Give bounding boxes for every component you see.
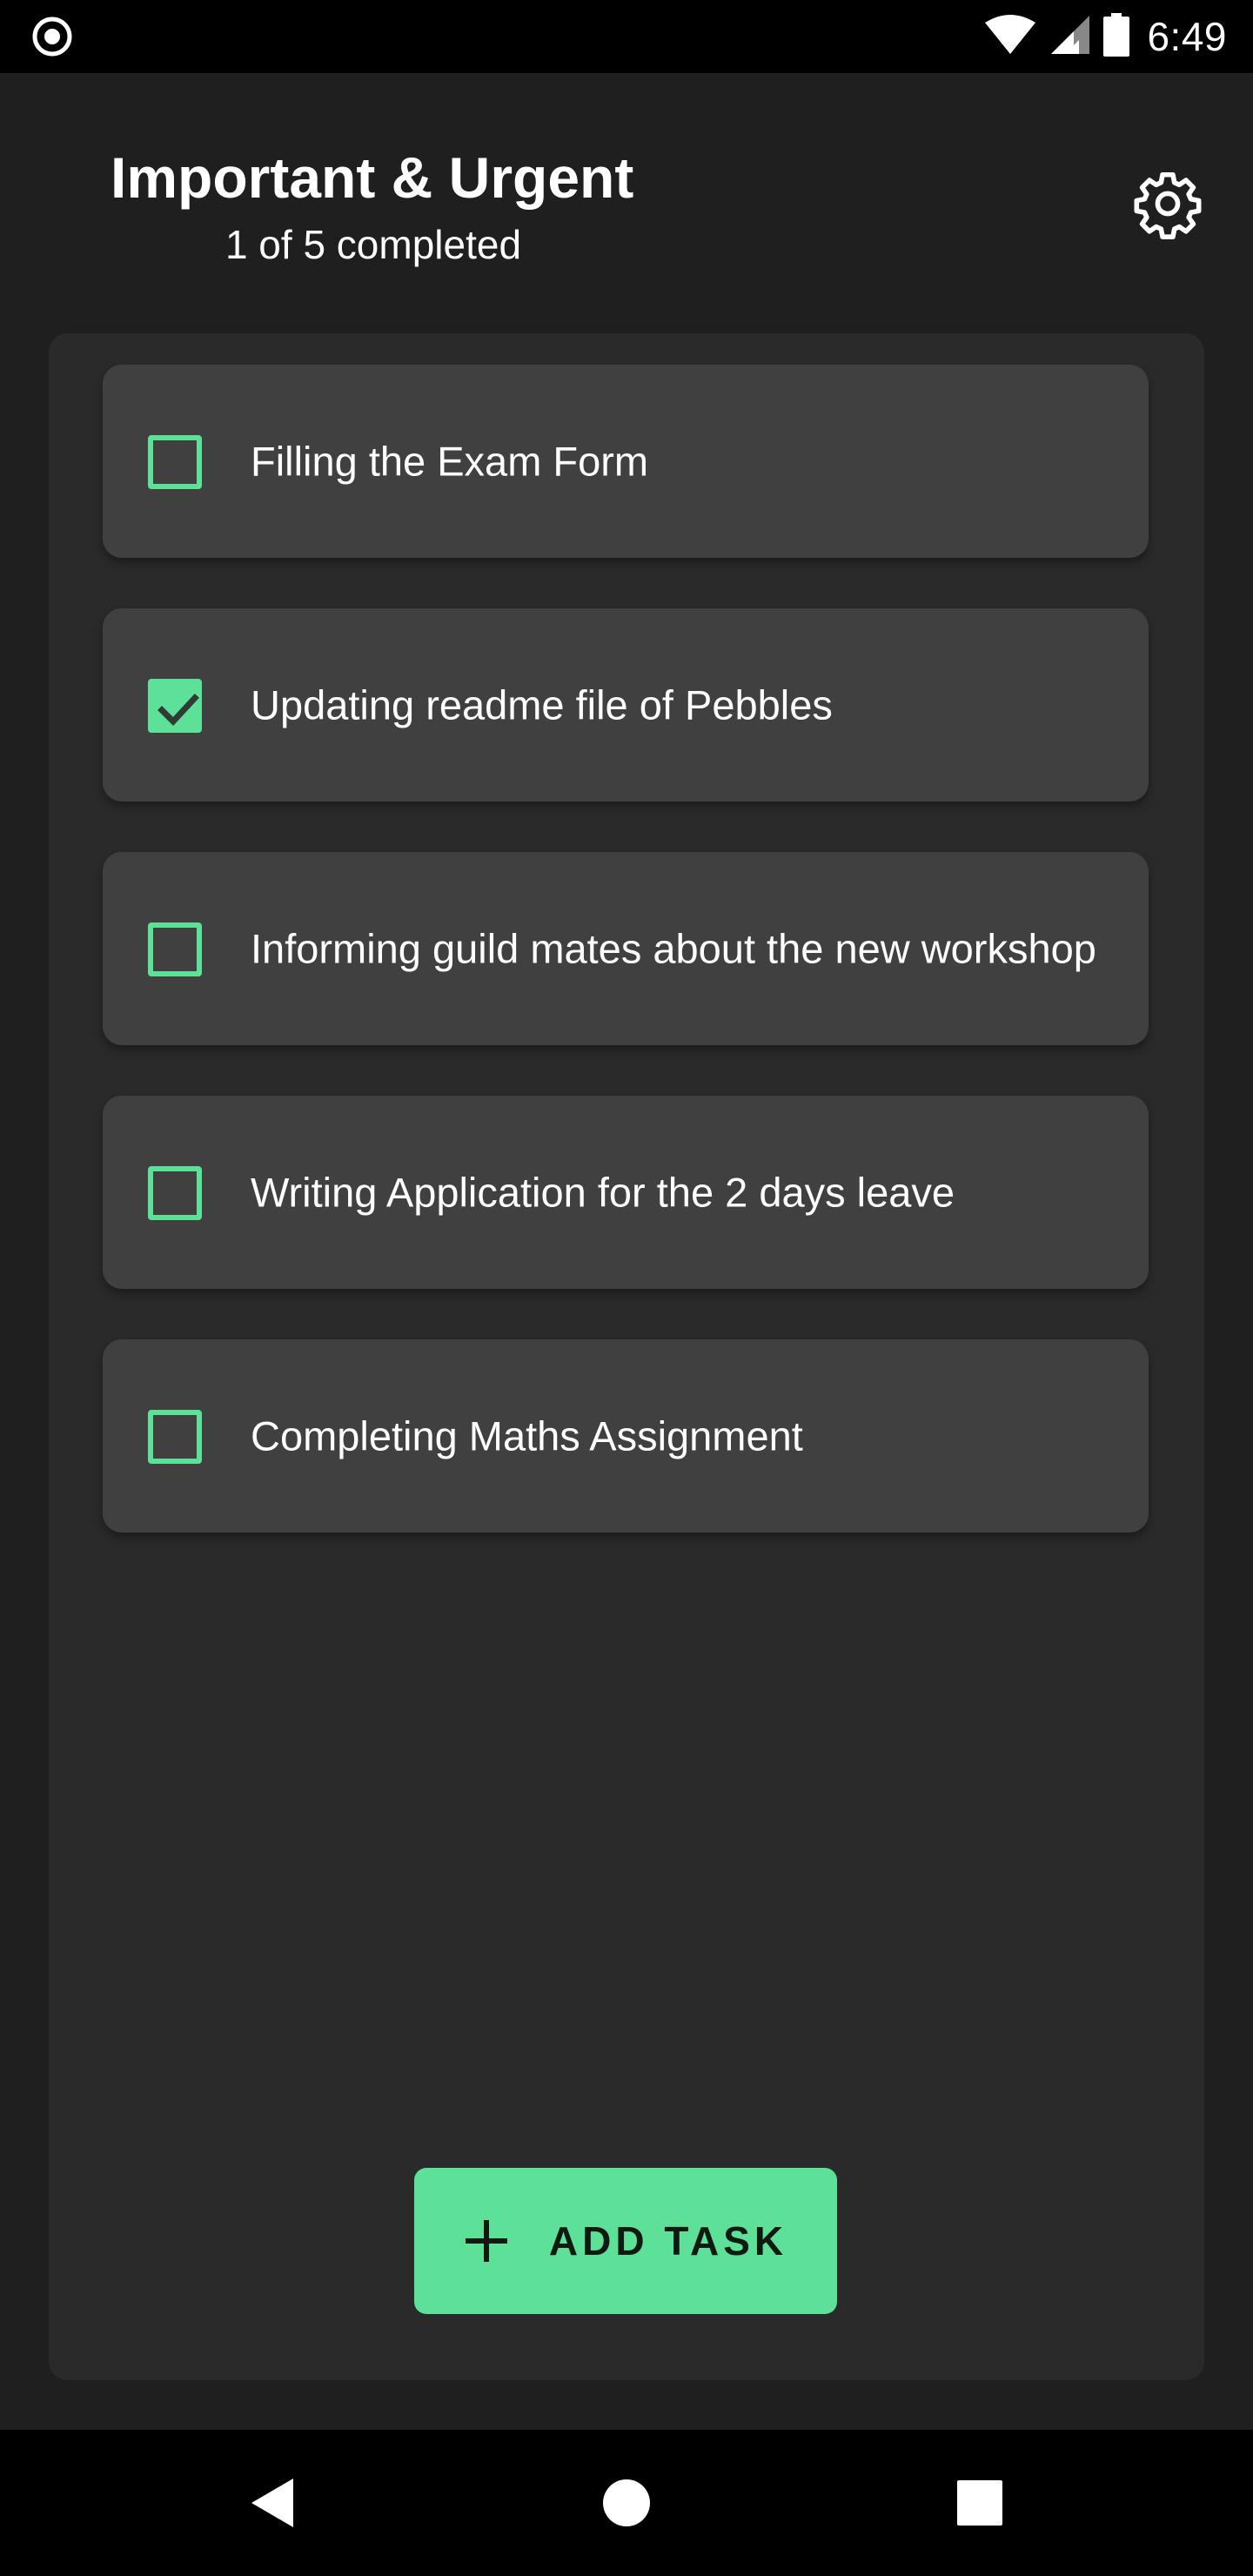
navigation-bar: [0, 2430, 1253, 2576]
task-label: Informing guild mates about the new work…: [251, 925, 1096, 972]
back-button[interactable]: [239, 2468, 309, 2538]
task-item[interactable]: Filling the Exam Form: [103, 365, 1149, 558]
task-card: Filling the Exam Form Updating readme fi…: [49, 333, 1204, 2380]
recents-icon: [957, 2480, 1002, 2526]
add-task-label: ADD TASK: [548, 2218, 788, 2264]
checkmark-icon: [157, 694, 199, 727]
app-screen: 6:49 Important & Urgent 1 of 5 completed…: [0, 0, 1253, 2576]
cellular-signal-icon: [1049, 14, 1091, 60]
task-label: Filling the Exam Form: [251, 438, 649, 485]
task-checkbox[interactable]: [148, 679, 202, 733]
add-task-button[interactable]: ADD TASK: [414, 2168, 837, 2314]
task-checkbox[interactable]: [148, 922, 202, 976]
task-item[interactable]: Updating readme file of Pebbles: [103, 608, 1149, 802]
gear-icon: [1134, 171, 1202, 239]
back-icon: [251, 2479, 293, 2527]
task-checkbox[interactable]: [148, 1410, 202, 1464]
task-item[interactable]: Writing Application for the 2 days leave: [103, 1096, 1149, 1289]
clock: 6:49: [1147, 14, 1227, 59]
task-item[interactable]: Completing Maths Assignment: [103, 1339, 1149, 1533]
header: Important & Urgent 1 of 5 completed: [0, 73, 1253, 334]
home-button[interactable]: [592, 2468, 661, 2538]
settings-button[interactable]: [1131, 167, 1204, 240]
record-icon: [31, 16, 73, 57]
status-bar: 6:49: [0, 0, 1253, 73]
completion-status: 1 of 5 completed: [224, 222, 522, 267]
task-list: Filling the Exam Form Updating readme fi…: [103, 365, 1149, 1583]
battery-icon: [1103, 12, 1130, 61]
task-checkbox[interactable]: [148, 435, 202, 489]
plus-icon: [465, 2220, 507, 2262]
task-item[interactable]: Informing guild mates about the new work…: [103, 852, 1149, 1045]
recents-button[interactable]: [945, 2468, 1015, 2538]
status-icons: 6:49: [971, 9, 1227, 64]
task-checkbox[interactable]: [148, 1166, 202, 1220]
task-label: Writing Application for the 2 days leave: [251, 1169, 955, 1216]
wifi-icon: [983, 14, 1037, 60]
task-label: Completing Maths Assignment: [251, 1412, 803, 1459]
home-icon: [603, 2479, 650, 2526]
page-title: Important & Urgent: [111, 145, 634, 210]
task-label: Updating readme file of Pebbles: [251, 681, 833, 728]
